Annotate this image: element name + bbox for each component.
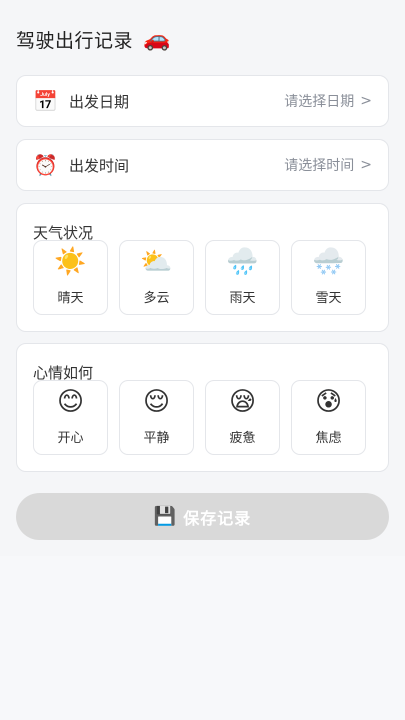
anxious-face-icon: 😰: [314, 387, 343, 417]
save-record-label: 保存记录: [183, 508, 252, 528]
mood-option-label: 疲惫: [229, 431, 256, 446]
calendar-icon: 📅: [33, 89, 58, 113]
alarm-clock-icon: ⏰: [33, 153, 58, 177]
weather-option-label: 多云: [143, 291, 170, 306]
weather-option-rainy[interactable]: 🌧️ 雨天: [205, 240, 280, 315]
departure-time-label: 出发时间: [69, 156, 130, 175]
mood-option-label: 开心: [57, 431, 84, 446]
mood-option-calm[interactable]: 😌 平静: [119, 380, 194, 455]
departure-date-picker[interactable]: 📅 出发日期 请选择日期 >: [16, 75, 389, 127]
snow-cloud-icon: 🌨️: [312, 247, 345, 277]
departure-date-label: 出发日期: [69, 92, 130, 111]
weather-section: 天气状况 ☀️ 晴天 ⛅ 多云 🌧️ 雨天 🌨️ 雪天: [16, 203, 389, 332]
car-icon: 🚗: [143, 26, 171, 52]
weather-option-snowy[interactable]: 🌨️ 雪天: [291, 240, 366, 315]
empty-bottom-area: [0, 556, 405, 720]
weather-option-sunny[interactable]: ☀️ 晴天: [33, 240, 108, 315]
departure-date-value: 请选择日期: [284, 94, 355, 110]
driving-record-page: 驾驶出行记录 🚗 📅 出发日期 请选择日期 > ⏰ 出发时间 请选择时间 > 天…: [0, 0, 405, 720]
weather-option-cloudy[interactable]: ⛅ 多云: [119, 240, 194, 315]
weather-option-label: 雨天: [229, 291, 256, 306]
mood-option-label: 平静: [143, 431, 170, 446]
page-title-text: 驾驶出行记录: [16, 30, 134, 52]
mood-option-happy[interactable]: 😊 开心: [33, 380, 108, 455]
sleepy-face-icon: 😪: [228, 387, 257, 417]
chevron-right-icon: >: [360, 157, 372, 173]
page-title: 驾驶出行记录 🚗: [16, 26, 171, 53]
sun-icon: ☀️: [54, 247, 87, 277]
relieved-face-icon: 😌: [142, 387, 171, 417]
weather-options: ☀️ 晴天 ⛅ 多云 🌧️ 雨天 🌨️ 雪天: [33, 240, 366, 315]
partly-cloudy-icon: ⛅: [140, 247, 173, 277]
chevron-right-icon: >: [360, 93, 372, 109]
departure-time-picker[interactable]: ⏰ 出发时间 请选择时间 >: [16, 139, 389, 191]
departure-time-value: 请选择时间: [284, 158, 355, 174]
mood-option-anxious[interactable]: 😰 焦虑: [291, 380, 366, 455]
floppy-disk-icon: 💾: [153, 505, 178, 527]
weather-option-label: 雪天: [315, 291, 342, 306]
smiling-face-icon: 😊: [56, 387, 85, 417]
rain-cloud-icon: 🌧️: [226, 247, 259, 277]
weather-option-label: 晴天: [57, 291, 84, 306]
mood-option-tired[interactable]: 😪 疲惫: [205, 380, 280, 455]
mood-option-label: 焦虑: [315, 431, 342, 446]
mood-options: 😊 开心 😌 平静 😪 疲惫 😰 焦虑: [33, 380, 366, 455]
mood-section: 心情如何 😊 开心 😌 平静 😪 疲惫 😰 焦虑: [16, 343, 389, 472]
save-record-button[interactable]: 💾 保存记录: [16, 493, 389, 540]
